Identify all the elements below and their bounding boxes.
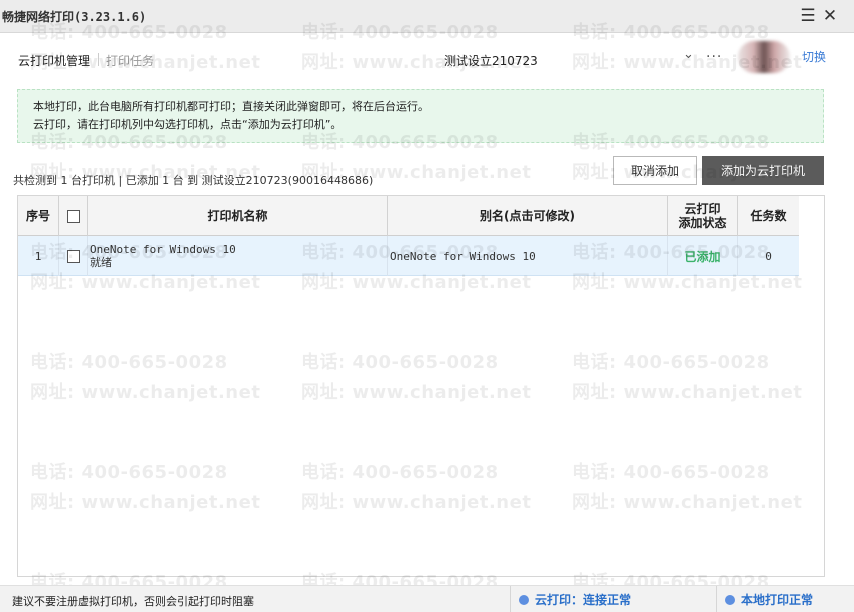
- virtual-printer-hint: 建议不要注册虚拟打印机，否则会引起打印时阻塞: [12, 595, 254, 608]
- tab-divider: [98, 53, 99, 66]
- header-index: 序号: [18, 196, 59, 236]
- detection-summary: 共检测到 1 台打印机 | 已添加 1 台 到 测试设立210723(90016…: [13, 174, 374, 187]
- tab-print-tasks[interactable]: 打印任务: [106, 52, 154, 69]
- cloud-status-badge: 已添加: [684, 249, 721, 264]
- status-dot-icon: [725, 594, 735, 605]
- select-all-checkbox[interactable]: [66, 209, 80, 223]
- header-select-all: [59, 196, 88, 236]
- header-task-count: 任务数: [750, 209, 787, 223]
- row-checkbox[interactable]: [66, 249, 80, 263]
- status-bar: 建议不要注册虚拟打印机，否则会引起打印时阻塞 云打印：连接正常 本地打印正常: [0, 585, 854, 612]
- header: 云打印机管理 打印任务 测试设立210723 ⌄ ··· 切换: [0, 33, 854, 87]
- header-cloud-status-line1: 云打印: [684, 202, 721, 216]
- row-printer-name-cell: OneNote for Windows 10 就绪: [88, 236, 388, 276]
- status-dot-icon: [519, 594, 529, 605]
- cancel-add-button[interactable]: 取消添加: [613, 156, 697, 185]
- cloud-print-status-text: 云打印：连接正常: [535, 593, 632, 607]
- printer-name: OneNote for Windows 10: [90, 243, 236, 256]
- chevron-down-icon[interactable]: ⌄: [683, 47, 694, 62]
- window-title: 畅捷网络打印(3.23.1.6): [2, 10, 147, 24]
- printer-state: 就绪: [90, 256, 112, 269]
- info-banner: 本地打印，此台电脑所有打印机都可打印；直接关闭此弹窗即可，将在后台运行。 云打印…: [17, 89, 824, 143]
- tab-cloud-printer-management[interactable]: 云打印机管理: [18, 52, 90, 69]
- more-icon[interactable]: ···: [706, 49, 722, 65]
- avatar: [738, 41, 790, 73]
- title-bar: 畅捷网络打印(3.23.1.6) ☰ ✕: [0, 0, 854, 33]
- account-name[interactable]: 测试设立210723: [444, 52, 538, 69]
- menu-icon[interactable]: ☰: [799, 6, 817, 26]
- row-index: 1: [18, 236, 59, 276]
- header-cloud-status-line2: 添加状态: [678, 216, 727, 230]
- header-cloud-status: 云打印 添加状态: [668, 196, 738, 236]
- local-print-status-text: 本地打印正常: [741, 593, 814, 607]
- row-select-cell: [59, 236, 88, 276]
- table-row[interactable]: 1 OneNote for Windows 10 就绪 OneNote for …: [18, 236, 799, 276]
- banner-cloud-print-text: 云打印，请在打印机列中勾选打印机，点击“添加为云打印机”。: [33, 118, 342, 131]
- switch-account-link[interactable]: 切换: [802, 48, 826, 65]
- cloud-print-status: 云打印：连接正常: [510, 586, 710, 612]
- header-printer-name: 打印机名称: [88, 196, 388, 236]
- printer-alias[interactable]: OneNote for Windows 10: [388, 236, 668, 276]
- close-icon[interactable]: ✕: [821, 6, 839, 26]
- row-task-count: 0: [765, 249, 772, 263]
- banner-local-print-text: 本地打印，此台电脑所有打印机都可打印；直接关闭此弹窗即可，将在后台运行。: [33, 100, 429, 113]
- table-header: 序号 打印机名称 别名(点击可修改) 云打印 添加状态 任务数: [18, 196, 799, 236]
- header-alias: 别名(点击可修改): [388, 196, 668, 236]
- row-status-cell: 已添加: [668, 236, 738, 276]
- printer-table: 序号 打印机名称 别名(点击可修改) 云打印 添加状态 任务数 1 OneNot…: [17, 195, 825, 577]
- add-cloud-printer-button[interactable]: 添加为云打印机: [702, 156, 824, 185]
- local-print-status: 本地打印正常: [716, 586, 854, 612]
